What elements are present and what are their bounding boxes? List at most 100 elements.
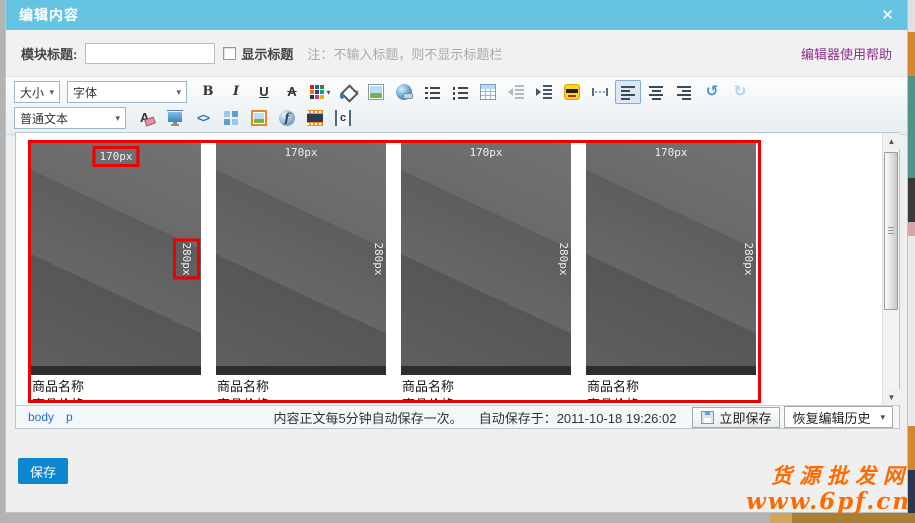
scroll-down-icon[interactable]: ▼ xyxy=(883,389,900,405)
paragraph-style-dropdown[interactable]: 普通文本 ▾ xyxy=(14,107,126,129)
insert-link-button[interactable] xyxy=(391,80,417,104)
breadcrumb-p[interactable]: p xyxy=(66,410,73,424)
image-manager-button[interactable] xyxy=(246,106,272,130)
fill-color-icon xyxy=(337,84,353,100)
font-color-icon xyxy=(309,84,325,100)
paragraph-style-label: 普通文本 xyxy=(20,110,68,127)
product-image-placeholder: 170px280px xyxy=(586,143,756,375)
paste-as-text-icon: c xyxy=(335,110,351,126)
indent-button[interactable] xyxy=(531,80,557,104)
editor-help-link[interactable]: 编辑器使用帮助 xyxy=(801,44,892,63)
restore-history-label: 恢复编辑历史 xyxy=(792,408,870,427)
page-break-button[interactable] xyxy=(587,80,613,104)
chevron-down-icon: ▾ xyxy=(326,88,330,97)
dialog-titlebar: 编辑内容 ✕ xyxy=(6,0,907,30)
image-bottom-shade xyxy=(216,366,386,375)
show-title-checkbox[interactable] xyxy=(223,47,236,60)
save-now-button[interactable]: 立即保存 xyxy=(692,407,780,428)
image-bottom-shade xyxy=(401,366,571,375)
redo-button: ↻ xyxy=(727,80,753,104)
emoticon-button[interactable] xyxy=(559,80,585,104)
align-left-button[interactable] xyxy=(615,80,641,104)
insert-link-icon xyxy=(396,84,412,100)
editor-content[interactable]: 170px280px商品名称商品价格170px280px商品名称商品价格170p… xyxy=(16,133,882,405)
font-family-dropdown[interactable]: 字体 ▾ xyxy=(67,81,187,103)
redo-icon: ↻ xyxy=(732,84,748,100)
toolbar-row-2: 普通文本 ▾ A <> f c xyxy=(14,105,899,131)
editor-area: 170px280px商品名称商品价格170px280px商品名称商品价格170p… xyxy=(15,132,900,429)
align-right-button[interactable] xyxy=(671,80,697,104)
remove-format-icon: A xyxy=(139,110,155,126)
module-title-input[interactable] xyxy=(85,43,215,64)
product-name: 商品名称 xyxy=(31,375,201,394)
screen: 编辑内容 ✕ 模块标题: 显示标题 注：不输入标题，则不显示标题栏 编辑器使用帮… xyxy=(0,0,915,523)
edit-content-dialog: 编辑内容 ✕ 模块标题: 显示标题 注：不输入标题，则不显示标题栏 编辑器使用帮… xyxy=(5,0,908,513)
chevron-down-icon: ▾ xyxy=(171,87,181,98)
background-page-sliver xyxy=(908,0,915,523)
chevron-down-icon: ▾ xyxy=(44,87,54,98)
breadcrumb-body[interactable]: body xyxy=(28,410,54,424)
unordered-list-button[interactable] xyxy=(419,80,445,104)
emoticon-icon xyxy=(564,84,580,100)
image-bottom-shade xyxy=(31,366,201,375)
page-break-icon xyxy=(592,84,608,100)
editor-toolbar: 大小 ▾ 字体 ▾ BIUA▾▾↺↻ 普通文本 ▾ A<>fc xyxy=(6,76,907,135)
font-size-dropdown[interactable]: 大小 ▾ xyxy=(14,81,60,103)
width-label: 170px xyxy=(654,146,687,159)
product-price: 商品价格 xyxy=(216,394,386,403)
font-color-button[interactable]: ▾ xyxy=(307,80,333,104)
bold-icon: B xyxy=(200,84,216,100)
annotation-red-rectangle: 170px280px商品名称商品价格170px280px商品名称商品价格170p… xyxy=(28,140,761,403)
align-center-button[interactable] xyxy=(643,80,669,104)
paste-as-text-button[interactable]: c xyxy=(330,106,356,130)
save-now-label: 立即保存 xyxy=(719,408,771,427)
remove-format-button[interactable]: A xyxy=(134,106,160,130)
width-label: 170px xyxy=(284,146,317,159)
undo-button[interactable]: ↺ xyxy=(699,80,725,104)
autosave-timestamp: 自动保存于：2011-10-18 19:26:02 xyxy=(479,408,677,427)
insert-image-button[interactable] xyxy=(363,80,389,104)
module-title-row: 模块标题: 显示标题 注：不输入标题，则不显示标题栏 编辑器使用帮助 xyxy=(6,30,907,76)
show-title-label: 显示标题 xyxy=(241,44,293,63)
scrollbar-thumb[interactable] xyxy=(884,152,898,310)
title-note: 注：不输入标题，则不显示标题栏 xyxy=(307,44,502,63)
product-price: 商品价格 xyxy=(31,394,201,403)
italic-icon: I xyxy=(228,84,244,100)
close-icon[interactable]: ✕ xyxy=(881,8,894,23)
product-image-placeholder: 170px280px xyxy=(216,143,386,375)
insert-table-button[interactable] xyxy=(475,80,501,104)
flash-button[interactable]: f xyxy=(274,106,300,130)
bold-button[interactable]: B xyxy=(195,80,221,104)
align-left-icon xyxy=(620,84,636,100)
product-card: 170px280px商品名称商品价格 xyxy=(31,143,201,400)
scroll-up-icon[interactable]: ▲ xyxy=(883,133,900,149)
indent-icon xyxy=(536,84,552,100)
height-label: 280px xyxy=(557,242,570,275)
ordered-list-button[interactable] xyxy=(447,80,473,104)
editor-scrollbar[interactable]: ▲ ▼ xyxy=(882,133,899,405)
strikethrough-button[interactable]: A xyxy=(279,80,305,104)
save-button[interactable]: 保存 xyxy=(18,458,68,484)
underline-button[interactable]: U xyxy=(251,80,277,104)
watermark: 货源批发网 www.6pf.cn xyxy=(746,464,911,515)
height-label-annotated: 280px xyxy=(173,238,200,279)
insert-table-icon xyxy=(480,84,496,100)
insert-media-button[interactable] xyxy=(302,106,328,130)
fill-color-button[interactable]: ▾ xyxy=(335,80,361,104)
source-code-button[interactable]: <> xyxy=(190,106,216,130)
editor-statusbar: body p 内容正文每5分钟自动保存一次。 自动保存于：2011-10-18 … xyxy=(16,405,899,428)
layout-grid-icon xyxy=(223,110,239,126)
restore-history-dropdown[interactable]: 恢复编辑历史 ▾ xyxy=(784,406,893,428)
floppy-disk-icon xyxy=(701,411,714,424)
product-name: 商品名称 xyxy=(586,375,756,394)
image-manager-icon xyxy=(251,110,267,126)
preview-button[interactable] xyxy=(162,106,188,130)
product-image-placeholder: 170px280px xyxy=(401,143,571,375)
product-name: 商品名称 xyxy=(216,375,386,394)
chevron-down-icon: ▾ xyxy=(110,113,120,124)
watermark-site-name: 货源批发网 xyxy=(746,464,911,488)
layout-grid-button[interactable] xyxy=(218,106,244,130)
product-image-placeholder: 170px280px xyxy=(31,143,201,375)
align-right-icon xyxy=(676,84,692,100)
italic-button[interactable]: I xyxy=(223,80,249,104)
